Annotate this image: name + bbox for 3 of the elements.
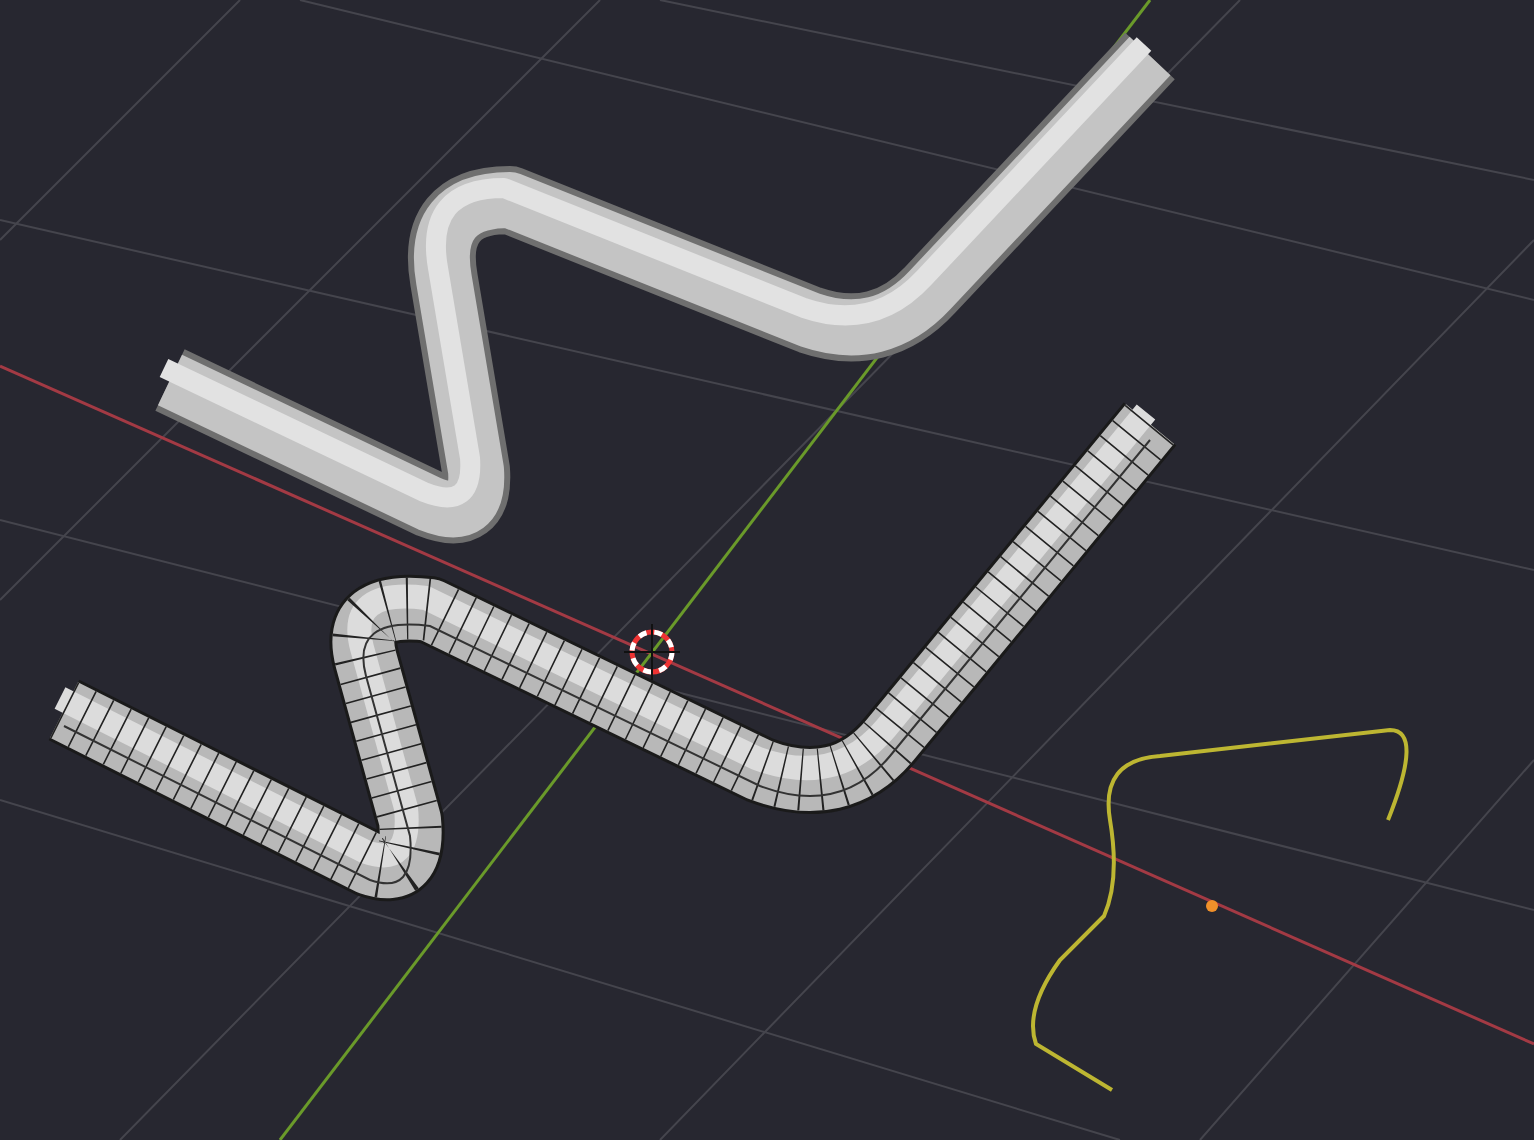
3d-cursor-icon <box>623 623 681 681</box>
3d-viewport[interactable] <box>0 0 1534 1140</box>
origin-dot <box>1206 900 1218 912</box>
